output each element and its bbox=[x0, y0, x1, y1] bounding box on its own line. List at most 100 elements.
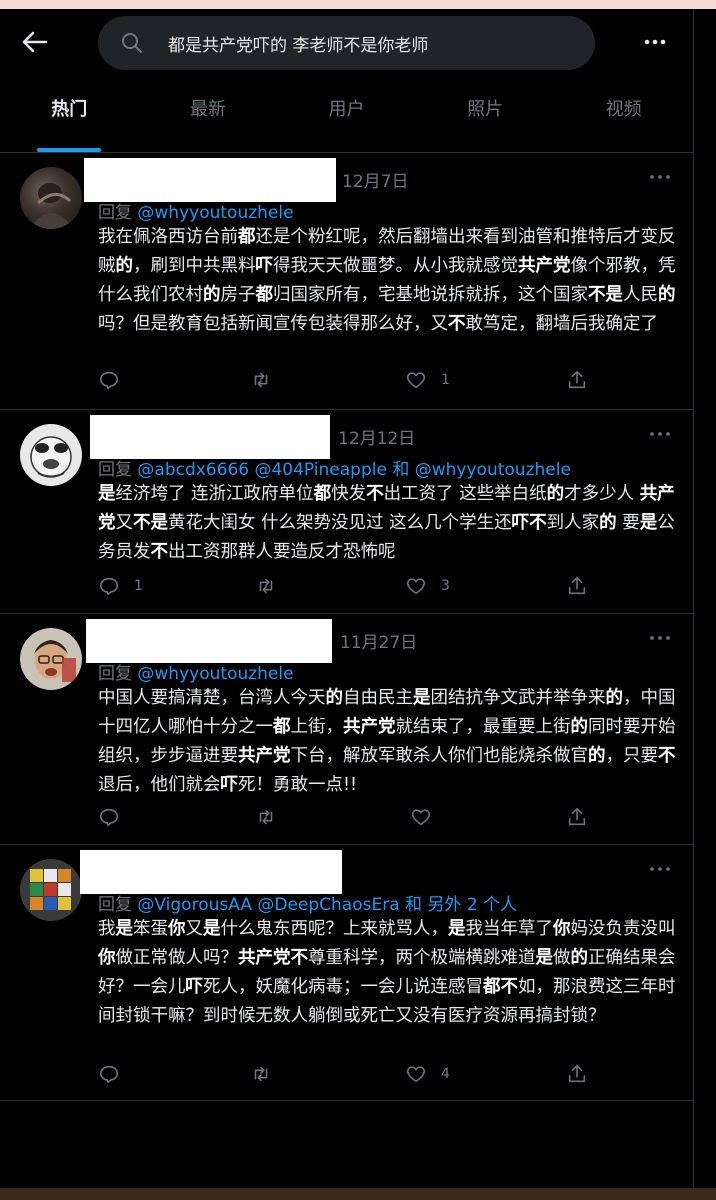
like-button[interactable]: 3 bbox=[405, 573, 450, 599]
highlighted-keyword: 是 bbox=[535, 948, 554, 968]
retweet-icon bbox=[254, 372, 268, 388]
reply-button[interactable] bbox=[98, 804, 134, 830]
tweet-more-button[interactable] bbox=[648, 167, 672, 187]
reply-mentions[interactable]: @abcdx6666 @404Pineapple 和 @whyyoutouzhe… bbox=[137, 460, 571, 480]
highlighted-keyword: 不是 bbox=[588, 285, 623, 305]
highlighted-keyword: 都 bbox=[238, 227, 256, 247]
retweet-icon bbox=[254, 1066, 268, 1082]
search-input[interactable]: 都是共产党吓的 李老师不是你老师 bbox=[98, 16, 595, 70]
highlighted-keyword: 不 bbox=[150, 542, 169, 562]
highlighted-keyword: 不 bbox=[448, 314, 466, 334]
reply-mentions[interactable]: @VigorousAA @DeepChaosEra 和 另外 2 个人 bbox=[137, 895, 517, 915]
share-icon bbox=[568, 370, 586, 389]
like-count: 1 bbox=[441, 372, 450, 388]
column-divider bbox=[693, 9, 694, 1188]
avatar[interactable] bbox=[20, 424, 82, 486]
main-column: 都是共产党吓的 李老师不是你老师 热门 最新 用户 照片 视频 12月7日 回复… bbox=[0, 9, 693, 1188]
tab-label: 热门 bbox=[51, 99, 88, 120]
reply-context: 回复 @VigorousAA @DeepChaosEra 和 另外 2 个人 bbox=[98, 890, 517, 915]
highlighted-keyword: 都 bbox=[255, 285, 274, 305]
tab-people[interactable]: 用户 bbox=[277, 75, 416, 152]
more-horizontal-icon bbox=[650, 636, 670, 640]
highlighted-keyword: 的 bbox=[546, 484, 565, 504]
highlighted-keyword: 吓 bbox=[220, 775, 239, 795]
tweet-date: 12月12日 bbox=[338, 429, 416, 449]
tweet-actions bbox=[98, 804, 618, 830]
retweet-button[interactable] bbox=[255, 804, 291, 830]
search-header: 都是共产党吓的 李老师不是你老师 bbox=[0, 9, 693, 75]
reply-count: 1 bbox=[134, 578, 143, 594]
arrow-left-icon bbox=[22, 31, 48, 53]
more-options-button[interactable] bbox=[640, 29, 670, 55]
reply-bubble-icon bbox=[99, 1065, 119, 1084]
tab-label: 用户 bbox=[328, 99, 365, 120]
retweet-button[interactable] bbox=[250, 1061, 286, 1087]
reply-button[interactable]: 1 bbox=[98, 573, 143, 599]
window-bottom-strip bbox=[0, 1188, 716, 1200]
tweet-text: 中国人要搞清楚，台湾人今天的自由民主是团结抗争文武并举争来的，中国十四亿人哪怕十… bbox=[98, 688, 676, 795]
avatar[interactable] bbox=[20, 628, 82, 690]
tweet[interactable]: 11月27日 回复 @whyyoutouzhele 中国人要搞清楚，台湾人今天的… bbox=[0, 614, 693, 845]
reply-button[interactable] bbox=[98, 367, 134, 393]
reply-context: 回复 @abcdx6666 @404Pineapple 和 @whyyoutou… bbox=[98, 455, 571, 480]
redacted-username bbox=[80, 850, 342, 894]
highlighted-keyword: 都不 bbox=[483, 977, 518, 997]
tweet[interactable]: 12月12日 回复 @abcdx6666 @404Pineapple 和 @wh… bbox=[0, 410, 693, 614]
redacted-username bbox=[86, 619, 332, 663]
retweet-icon bbox=[259, 809, 273, 825]
share-button[interactable] bbox=[566, 804, 588, 830]
tab-top[interactable]: 热门 bbox=[0, 75, 139, 152]
share-button[interactable] bbox=[566, 1061, 588, 1087]
share-icon bbox=[568, 576, 586, 595]
highlighted-keyword: 是 bbox=[115, 919, 134, 939]
retweet-button[interactable] bbox=[255, 573, 291, 599]
tweet-more-button[interactable] bbox=[648, 859, 672, 879]
tweet[interactable]: 回复 @VigorousAA @DeepChaosEra 和 另外 2 个人 我… bbox=[0, 845, 693, 1101]
like-button[interactable]: 1 bbox=[405, 367, 450, 393]
avatar[interactable] bbox=[20, 167, 82, 229]
like-button[interactable] bbox=[410, 804, 446, 830]
reply-button[interactable] bbox=[98, 1061, 134, 1087]
tweet-actions: 1 bbox=[98, 367, 618, 393]
tab-photos[interactable]: 照片 bbox=[416, 75, 555, 152]
highlighted-keyword: 共产党 bbox=[238, 746, 291, 766]
heart-icon bbox=[406, 578, 426, 595]
tweet-more-button[interactable] bbox=[648, 628, 672, 648]
search-tabs: 热门 最新 用户 照片 视频 bbox=[0, 75, 693, 153]
heart-icon bbox=[411, 809, 431, 826]
tweet[interactable]: 12月7日 回复 @whyyoutouzhele 我在佩洛西访台前都还是个粉红呢… bbox=[0, 153, 693, 410]
reply-mentions[interactable]: @whyyoutouzhele bbox=[137, 664, 293, 684]
reply-bubble-icon bbox=[99, 808, 119, 827]
share-button[interactable] bbox=[566, 573, 588, 599]
back-button[interactable] bbox=[20, 29, 50, 55]
tweet-text: 我是笨蛋你又是什么鬼东西呢？上来就骂人，是我当年草了你妈没负责没叫你做正常做人吗… bbox=[98, 919, 676, 1026]
tweet-actions: 4 bbox=[98, 1061, 618, 1087]
reply-context: 回复 @whyyoutouzhele bbox=[98, 198, 294, 223]
reply-mentions[interactable]: @whyyoutouzhele bbox=[137, 203, 293, 223]
avatar[interactable] bbox=[20, 859, 82, 921]
tweet-text: 我在佩洛西访台前都还是个粉红呢，然后翻墙出来看到油管和推特后才变反贼的，刷到中共… bbox=[98, 227, 676, 334]
highlighted-keyword: 都 bbox=[273, 717, 291, 737]
tweet-date: 12月7日 bbox=[342, 172, 409, 192]
reply-context: 回复 @whyyoutouzhele bbox=[98, 659, 294, 684]
heart-icon bbox=[406, 372, 426, 389]
like-count: 4 bbox=[441, 1066, 450, 1082]
highlighted-keyword: 的 bbox=[570, 948, 589, 968]
tab-latest[interactable]: 最新 bbox=[139, 75, 278, 152]
like-button[interactable]: 4 bbox=[405, 1061, 450, 1087]
retweet-button[interactable] bbox=[250, 367, 286, 393]
highlighted-keyword: 共产党不 bbox=[238, 948, 308, 968]
highlighted-keyword: 的 bbox=[588, 746, 606, 766]
more-horizontal-icon bbox=[650, 867, 670, 871]
share-button[interactable] bbox=[566, 367, 588, 393]
tab-label: 最新 bbox=[189, 99, 226, 120]
tweet-more-button[interactable] bbox=[648, 424, 672, 444]
highlighted-keyword: 的 bbox=[605, 688, 624, 708]
highlighted-keyword: 是 bbox=[98, 484, 116, 504]
highlighted-keyword: 共产党 bbox=[98, 484, 675, 533]
highlighted-keyword: 的 bbox=[325, 688, 344, 708]
reply-prefix: 回复 bbox=[98, 203, 132, 223]
reply-prefix: 回复 bbox=[98, 664, 132, 684]
redacted-username bbox=[84, 158, 336, 202]
tab-videos[interactable]: 视频 bbox=[554, 75, 693, 152]
